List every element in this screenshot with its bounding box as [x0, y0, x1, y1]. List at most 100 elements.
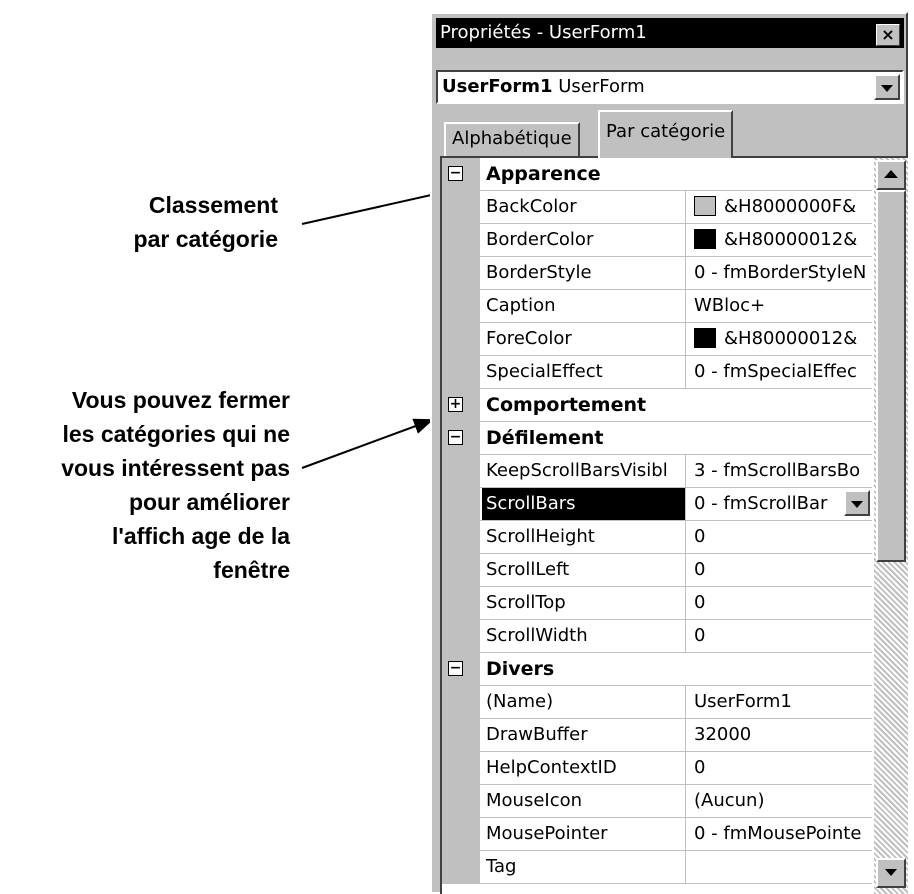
category-row[interactable]: − Divers	[442, 653, 872, 686]
value-dropdown-button[interactable]	[844, 490, 870, 516]
property-value-cell[interactable]: 0	[690, 620, 872, 652]
vertical-scrollbar[interactable]	[874, 158, 908, 894]
property-row[interactable]: ScrollHeight 0	[442, 521, 872, 554]
property-row[interactable]: BorderStyle 0 - fmBorderStyleN	[442, 257, 872, 290]
property-value-cell[interactable]: &H80000012&	[690, 224, 872, 256]
property-value-cell[interactable]: 0 - fmScrollBar	[690, 488, 872, 520]
row-gutter: −	[442, 158, 480, 191]
property-row[interactable]: ScrollBars 0 - fmScrollBar	[442, 488, 872, 521]
category-row[interactable]: + Comportement	[442, 389, 872, 422]
property-value-cell[interactable]	[690, 851, 872, 883]
row-gutter	[442, 818, 480, 851]
property-name: MouseIcon	[482, 785, 686, 817]
category-row[interactable]: − Apparence	[442, 158, 872, 191]
property-value-cell[interactable]: 0	[690, 521, 872, 553]
property-row[interactable]: MousePointer 0 - fmMousePointe	[442, 818, 872, 851]
category-row[interactable]: − Défilement	[442, 422, 872, 455]
property-value-cell[interactable]: 0 - fmBorderStyleN	[690, 257, 872, 289]
expand-icon[interactable]: +	[448, 397, 463, 412]
property-row[interactable]: BorderColor &H80000012&	[442, 224, 872, 257]
close-icon: ×	[881, 25, 895, 44]
property-row[interactable]: ScrollLeft 0	[442, 554, 872, 587]
row-gutter: +	[442, 389, 480, 422]
property-value-cell[interactable]: &H80000012&	[690, 323, 872, 355]
property-value-cell[interactable]: UserForm1	[690, 686, 872, 718]
scrollbar-thumb[interactable]	[876, 190, 906, 562]
property-row[interactable]: MouseIcon (Aucun)	[442, 785, 872, 818]
property-name: ScrollLeft	[482, 554, 686, 586]
annotation-category-sort: Classement par catégorie	[60, 188, 278, 256]
tab-by-category[interactable]: Par catégorie	[598, 110, 734, 158]
annotation-line: fenêtre	[213, 557, 290, 583]
property-value: 0	[694, 757, 706, 778]
category-name: Divers	[486, 658, 555, 680]
property-row[interactable]: ForeColor &H80000012&	[442, 323, 872, 356]
property-value: 0	[694, 625, 706, 646]
property-value-cell[interactable]: (Aucun)	[690, 785, 872, 817]
property-value-cell[interactable]: &H8000000F&	[690, 191, 872, 223]
row-gutter	[442, 851, 480, 884]
annotation-line: l'affich age de la	[111, 523, 290, 549]
property-value: 0	[694, 592, 706, 613]
property-value: UserForm1	[694, 691, 792, 712]
property-row[interactable]: ScrollWidth 0	[442, 620, 872, 653]
property-value-cell[interactable]: 0	[690, 587, 872, 619]
property-value: 0 - fmScrollBar	[694, 493, 828, 514]
row-gutter	[442, 455, 480, 488]
color-swatch	[694, 196, 716, 216]
property-value-cell[interactable]: 0	[690, 554, 872, 586]
annotation-line: par catégorie	[133, 226, 278, 252]
row-gutter	[442, 620, 480, 653]
property-row[interactable]: KeepScrollBarsVisibl 3 - fmScrollBarsBo	[442, 455, 872, 488]
object-name: UserForm1	[442, 76, 553, 97]
property-value-cell[interactable]: 0 - fmMousePointe	[690, 818, 872, 850]
property-value-cell[interactable]: WBloc+	[690, 290, 872, 322]
property-name: SpecialEffect	[482, 356, 686, 388]
property-row[interactable]: BackColor &H8000000F&	[442, 191, 872, 224]
chevron-down-icon	[851, 501, 863, 508]
property-row[interactable]: SpecialEffect 0 - fmSpecialEffec	[442, 356, 872, 389]
property-row[interactable]: ScrollTop 0	[442, 587, 872, 620]
chevron-down-icon	[881, 85, 893, 92]
property-value: 0 - fmSpecialEffec	[694, 361, 857, 382]
property-value: 32000	[694, 724, 752, 745]
row-gutter	[442, 587, 480, 620]
color-swatch	[694, 328, 716, 348]
row-gutter	[442, 488, 480, 521]
collapse-icon[interactable]: −	[448, 430, 463, 445]
row-gutter	[442, 554, 480, 587]
object-type: UserForm	[558, 76, 645, 97]
property-value-cell[interactable]: 0 - fmSpecialEffec	[690, 356, 872, 388]
scroll-down-button[interactable]	[876, 858, 906, 888]
scroll-up-button[interactable]	[876, 160, 906, 190]
property-name: Tag	[482, 851, 686, 883]
property-row[interactable]: Caption WBloc+	[442, 290, 872, 323]
property-value-cell[interactable]: 3 - fmScrollBarsBo	[690, 455, 872, 487]
property-name: ScrollBars	[482, 488, 686, 520]
property-name: Caption	[482, 290, 686, 322]
row-gutter	[442, 521, 480, 554]
property-row[interactable]: HelpContextID 0	[442, 752, 872, 785]
property-row[interactable]: (Name) UserForm1	[442, 686, 872, 719]
collapse-icon[interactable]: −	[448, 166, 463, 181]
object-selector[interactable]: UserForm1 UserForm	[436, 70, 904, 104]
property-name: MousePointer	[482, 818, 686, 850]
property-name: ScrollTop	[482, 587, 686, 619]
property-row[interactable]: DrawBuffer 32000	[442, 719, 872, 752]
row-gutter	[442, 224, 480, 257]
tab-alphabetic[interactable]: Alphabétique	[444, 122, 580, 156]
property-row[interactable]: Tag	[442, 851, 872, 884]
property-name: KeepScrollBarsVisibl	[482, 455, 686, 487]
category-name: Apparence	[486, 163, 601, 185]
object-selector-dropdown-button[interactable]	[874, 74, 900, 100]
property-name: ForeColor	[482, 323, 686, 355]
collapse-icon[interactable]: −	[448, 661, 463, 676]
annotation-line: vous intéressent pas	[61, 455, 290, 481]
property-value-cell[interactable]: 0	[690, 752, 872, 784]
window-title: Propriétés - UserForm1	[440, 22, 647, 43]
property-value-cell[interactable]: 32000	[690, 719, 872, 751]
close-button[interactable]: ×	[876, 24, 900, 46]
property-value: 0	[694, 526, 706, 547]
title-bar[interactable]: Propriétés - UserForm1 ×	[436, 18, 904, 48]
property-name: DrawBuffer	[482, 719, 686, 751]
